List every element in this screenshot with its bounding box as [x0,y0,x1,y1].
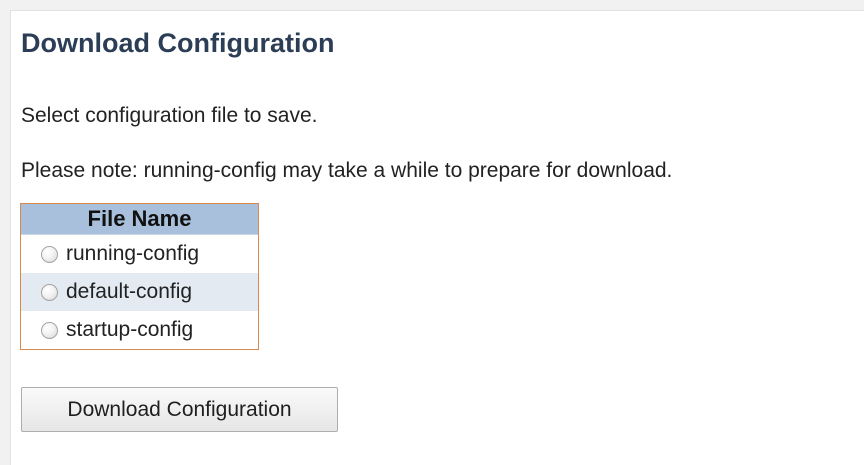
file-name-label: startup-config [66,318,194,341]
startup-config-radio[interactable] [41,321,58,339]
running-config-radio[interactable] [41,245,58,263]
download-configuration-button[interactable]: Download Configuration [21,387,338,432]
default-config-radio[interactable] [41,283,58,301]
page-title: Download Configuration [21,28,335,58]
file-name-header: File Name [21,204,258,235]
file-row-startup-config[interactable]: startup-config [21,311,258,349]
instruction-text: Select configuration file to save. [21,104,318,127]
note-text: Please note: running-config may take a w… [21,159,673,182]
file-row-default-config[interactable]: default-config [21,273,258,311]
file-name-table: File Name running-config default-config … [20,203,259,350]
file-name-label: default-config [66,280,193,303]
file-name-label: running-config [66,242,200,265]
file-row-running-config[interactable]: running-config [21,235,258,273]
